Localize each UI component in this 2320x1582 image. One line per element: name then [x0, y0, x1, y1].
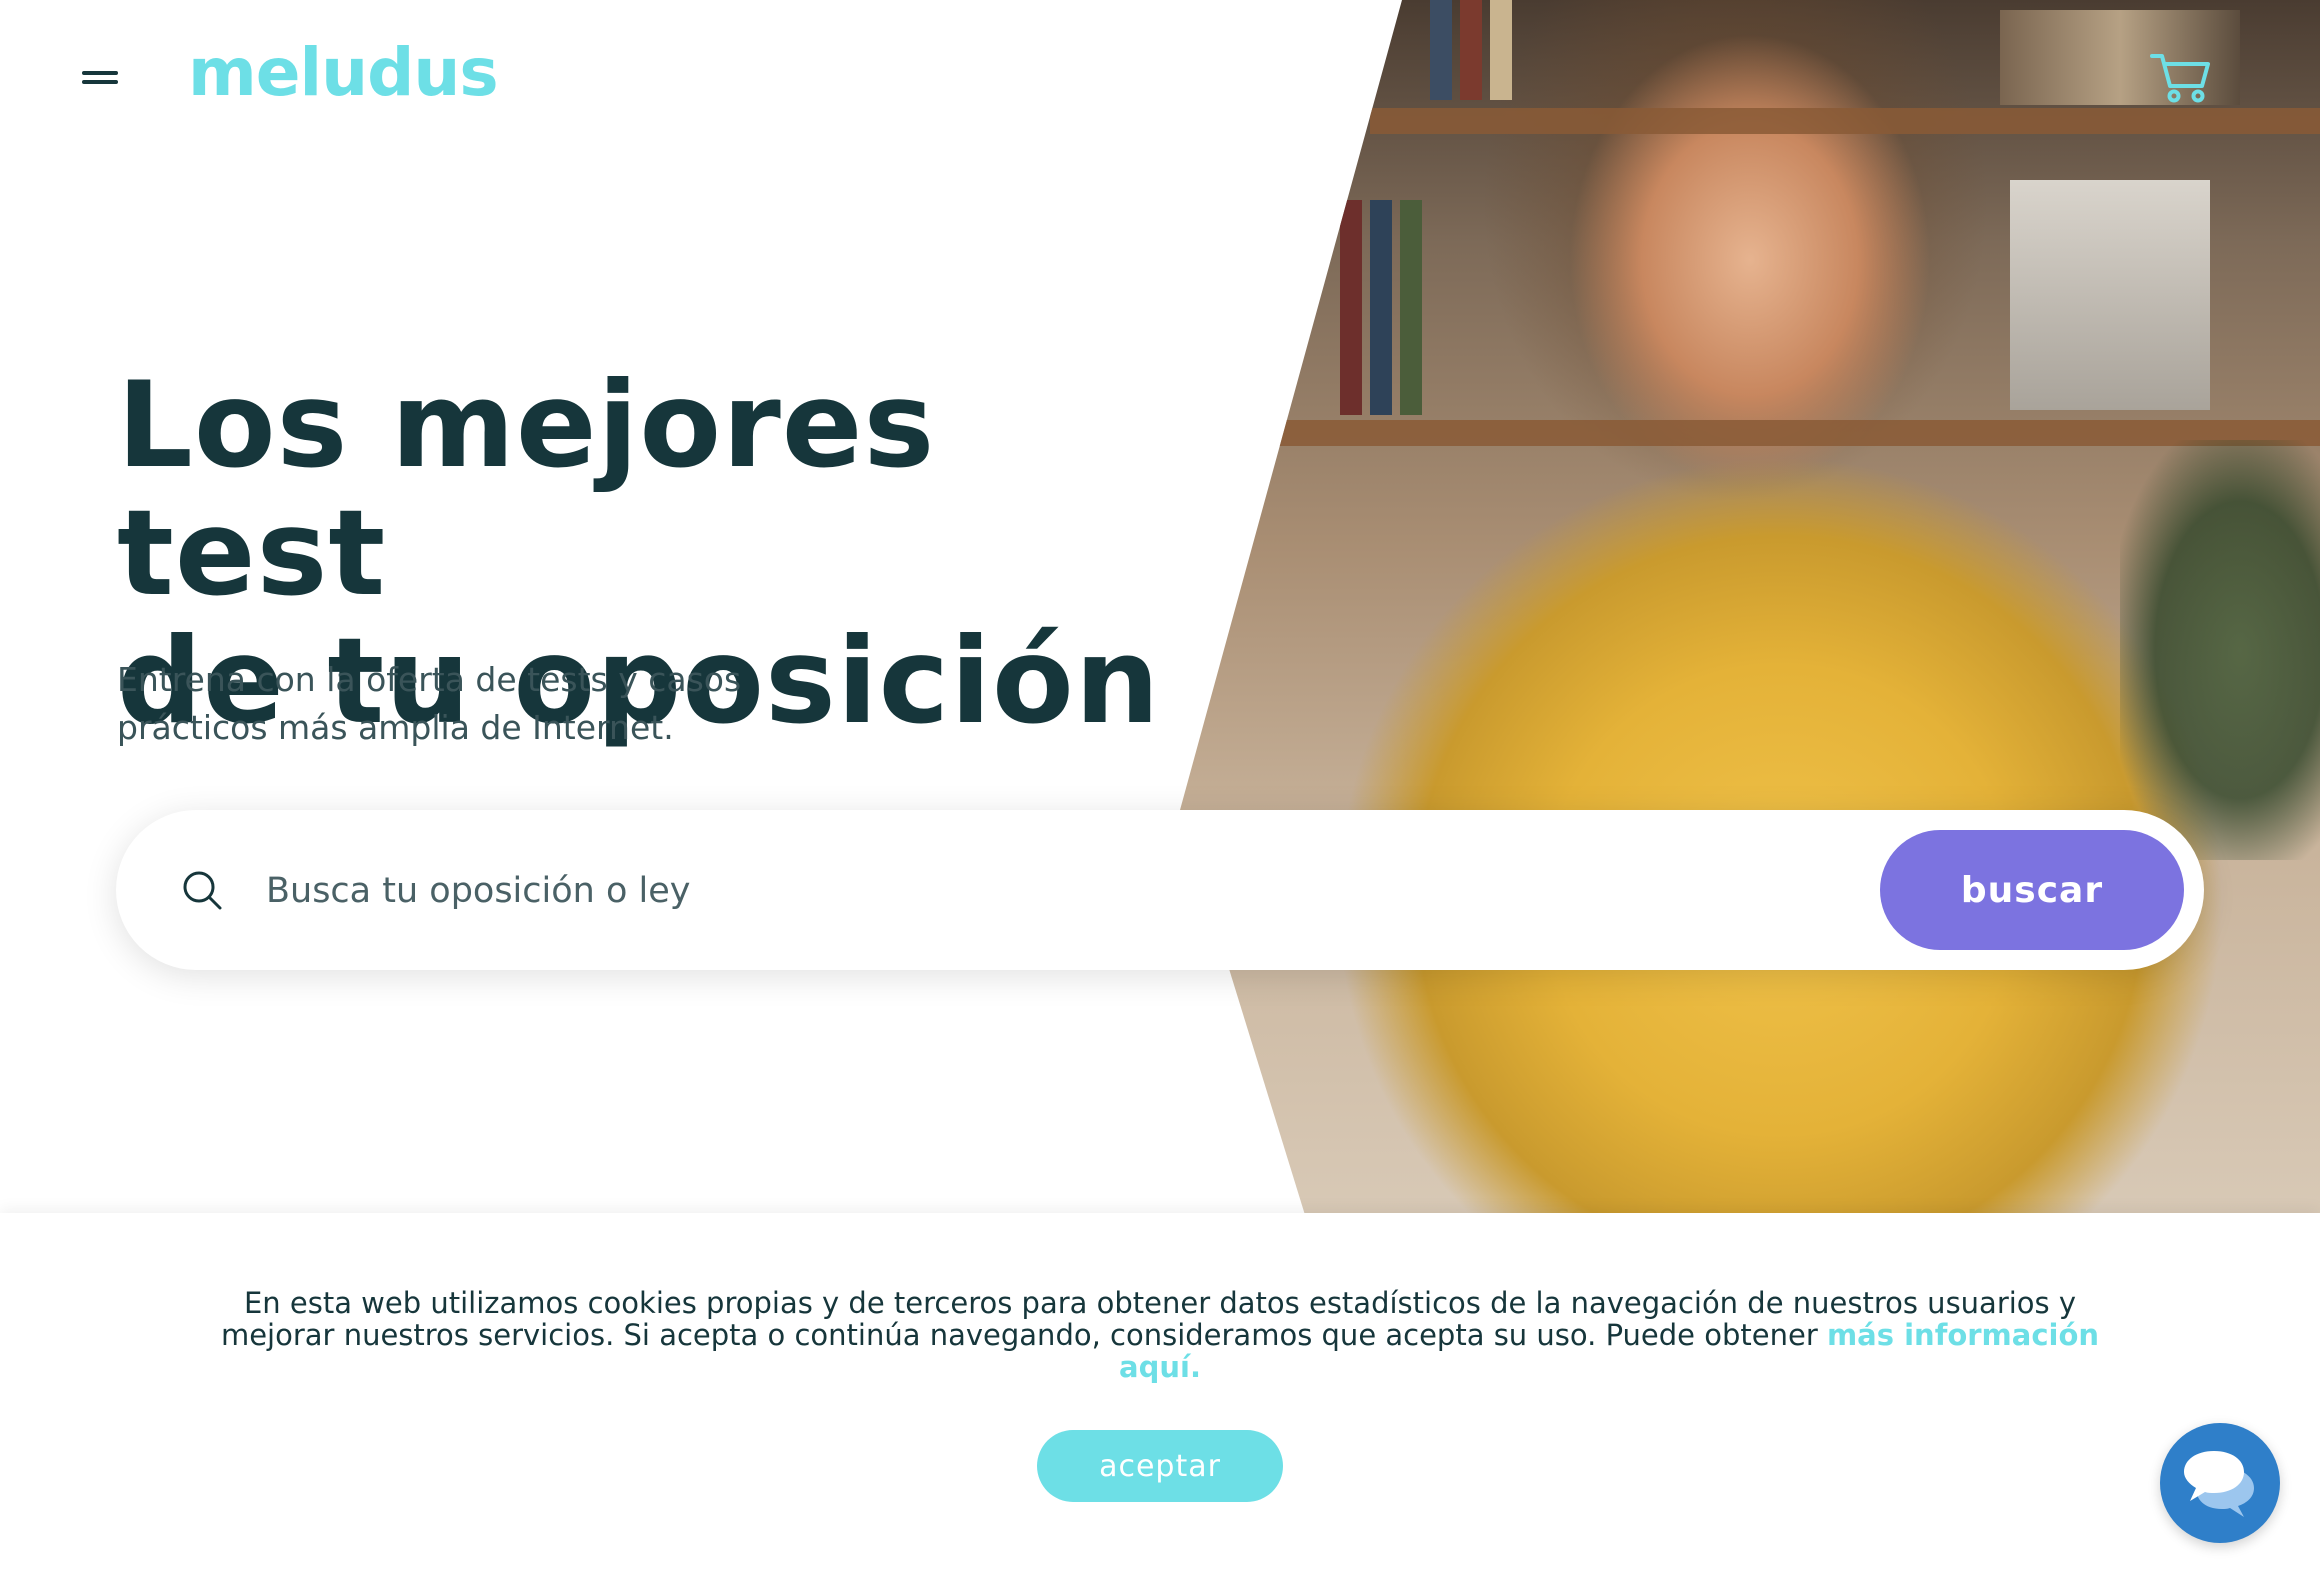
search-button[interactable]: buscar	[1880, 830, 2184, 950]
bookshelf-line	[1370, 108, 2320, 134]
book-spine	[1430, 0, 1452, 100]
headline-line-1: Los mejores test	[117, 357, 936, 623]
subtitle-line-1: Entrena con la oferta de tests y casos	[117, 660, 742, 699]
menu-line	[82, 71, 118, 75]
search-icon	[183, 871, 222, 910]
book-spine	[1460, 0, 1482, 100]
chat-button[interactable]	[2160, 1423, 2280, 1543]
hero-subtitle: Entrena con la oferta de tests y casos p…	[117, 656, 797, 752]
book-spine	[1340, 200, 1362, 415]
menu-line	[82, 80, 118, 84]
shopping-cart-icon[interactable]	[2150, 50, 2212, 104]
cookie-banner: En esta web utilizamos cookies propias y…	[0, 1213, 2320, 1582]
search-input[interactable]	[264, 854, 1768, 928]
search-bar: buscar	[116, 810, 2204, 970]
stacked-books	[2010, 180, 2210, 410]
hamburger-menu-icon[interactable]	[82, 66, 118, 92]
book-spine	[1490, 0, 1512, 100]
accept-cookies-button[interactable]: aceptar	[1037, 1430, 1283, 1502]
hero-photo	[1180, 0, 2320, 1215]
cookie-message: En esta web utilizamos cookies propias y…	[200, 1287, 2120, 1383]
logo[interactable]: meludus	[188, 34, 499, 111]
book-spine	[1370, 200, 1392, 415]
chat-bubbles-icon	[2184, 1451, 2254, 1517]
plant-decoration	[2120, 440, 2320, 860]
cookie-text-line-2: mejorar nuestros servicios. Si acepta o …	[220, 1318, 1818, 1352]
subtitle-line-2: prácticos más amplia de Internet.	[117, 708, 674, 747]
cookie-text-line-1: En esta web utilizamos cookies propias y…	[243, 1286, 2077, 1320]
book-spine	[1400, 200, 1422, 415]
